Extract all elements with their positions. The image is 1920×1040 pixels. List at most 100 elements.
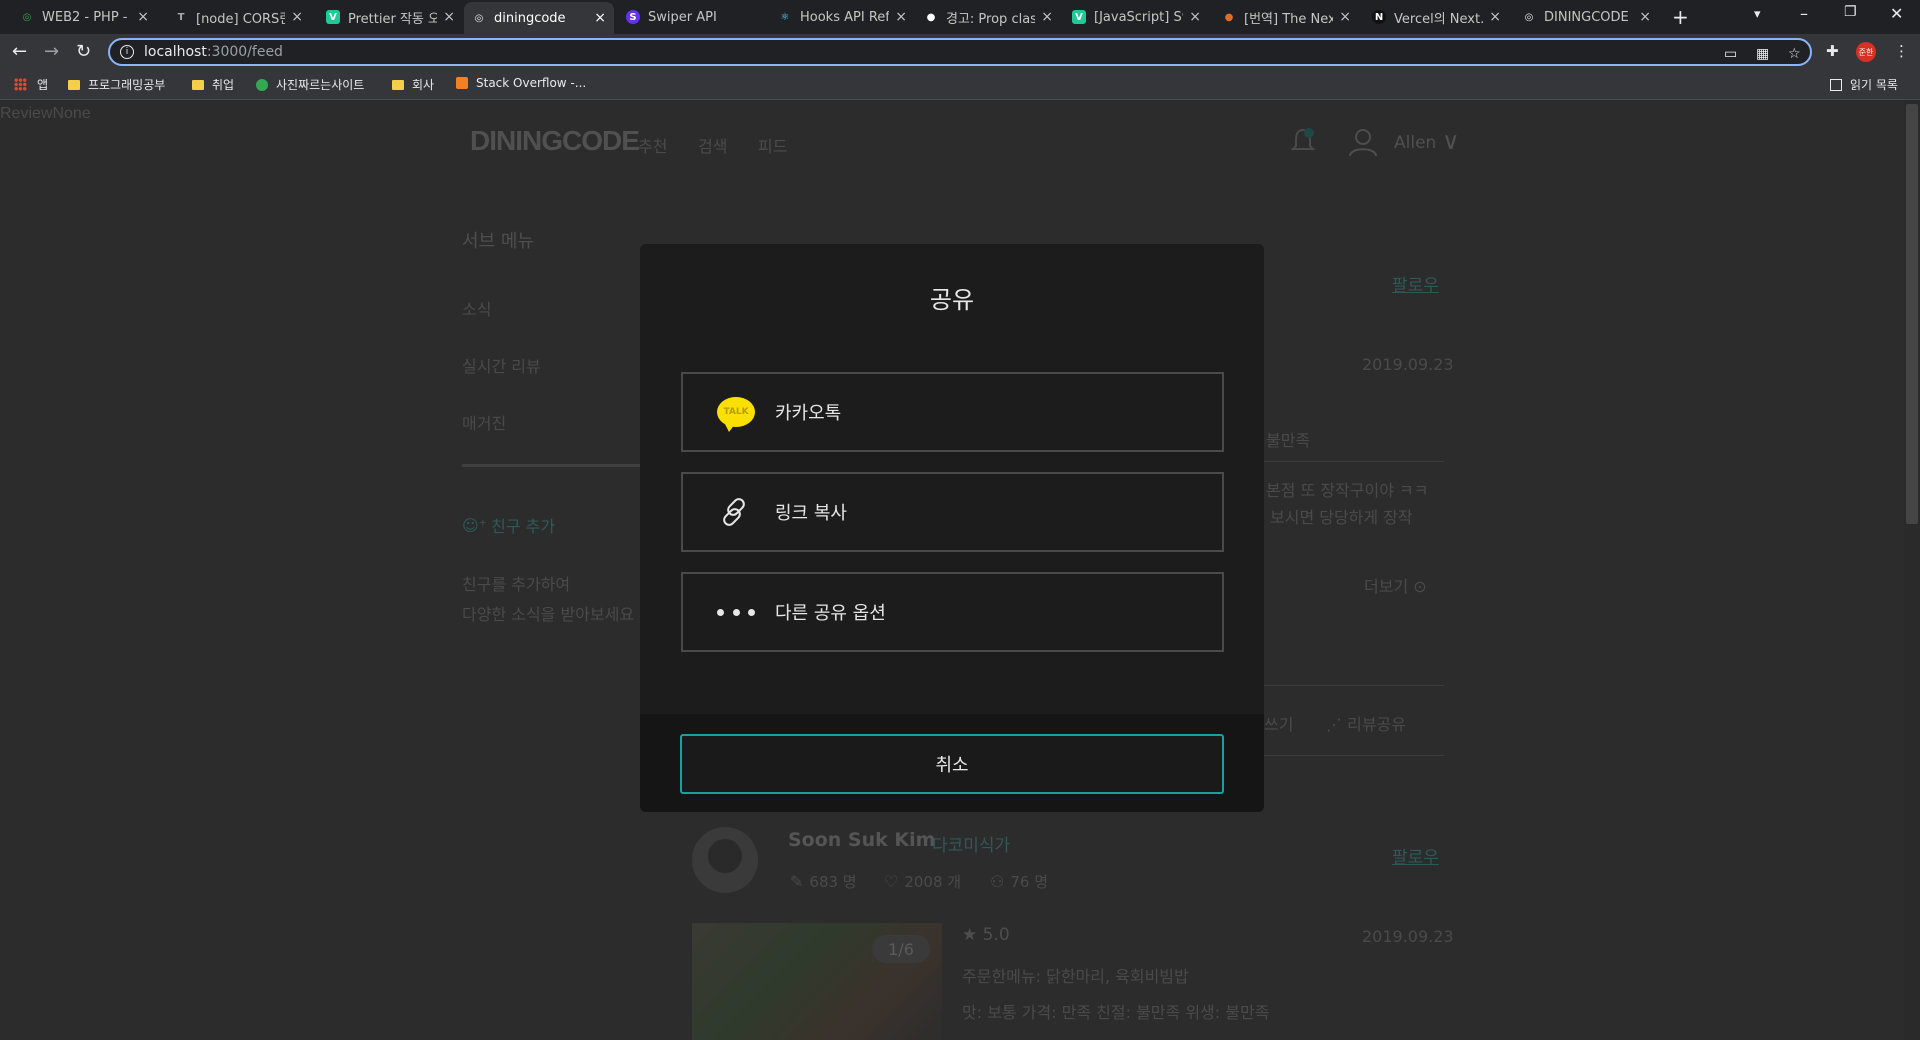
- bookmark-folder[interactable]: 회사: [392, 76, 434, 93]
- site-info-icon[interactable]: i: [120, 45, 134, 59]
- back-button[interactable]: ←: [12, 41, 27, 62]
- bookmark-label: Stack Overflow -...: [476, 76, 587, 90]
- nav-recommend[interactable]: 추천: [638, 133, 667, 157]
- profile-avatar[interactable]: 준한: [1856, 42, 1876, 62]
- tab-close-icon[interactable]: ×: [594, 10, 606, 26]
- new-tab-button[interactable]: +: [1672, 5, 1689, 29]
- tab-search-icon[interactable]: ▾: [1754, 7, 1761, 22]
- stackoverflow-icon: [456, 77, 468, 89]
- tab-title: [번역] The Next: [1244, 11, 1334, 27]
- browser-tab[interactable]: ◎ DININGCODE A ×: [1514, 2, 1659, 32]
- browser-tab[interactable]: V [JavaScript] Swi ×: [1064, 2, 1209, 32]
- browser-tab[interactable]: T [node] CORS란? ×: [166, 2, 311, 32]
- bell-icon[interactable]: [1290, 127, 1316, 155]
- follow-button[interactable]: 팔로우: [1392, 843, 1439, 868]
- copy-link-button[interactable]: 링크 복사: [681, 472, 1224, 552]
- more-link[interactable]: 더보기 ⊙: [1364, 573, 1427, 597]
- reviewer-name[interactable]: Soon Suk Kim: [788, 829, 935, 851]
- rating-value: 5.0: [982, 925, 1010, 945]
- browser-tab[interactable]: S Swiper API: [618, 2, 763, 32]
- share-kakaotalk-button[interactable]: TALK 카카오톡: [681, 372, 1224, 452]
- nav-feed[interactable]: 피드: [758, 133, 787, 157]
- bookmark-folder[interactable]: 취업: [192, 76, 234, 93]
- bookmark-label: 앱: [37, 78, 49, 92]
- ordered-menu-value: 닭한마리, 육회비빔밥: [1046, 967, 1189, 986]
- add-friend-link[interactable]: ☺⁺ 친구 추가: [462, 513, 555, 537]
- review-text-line: 본점 또 장작구이야 ㅋㅋ: [1266, 481, 1429, 500]
- tab-title: [node] CORS란?: [196, 11, 285, 27]
- user-icon[interactable]: [1348, 127, 1378, 157]
- browser-tab-active[interactable]: ◎ diningcode ×: [464, 2, 614, 34]
- user-name[interactable]: Allen: [1394, 133, 1436, 153]
- scrollbar-thumb[interactable]: [1906, 104, 1918, 524]
- bookmark-star-icon[interactable]: ☆: [1788, 46, 1801, 62]
- minimize-button[interactable]: –: [1800, 4, 1808, 23]
- tab-close-icon[interactable]: ×: [291, 9, 303, 25]
- nav-search[interactable]: 검색: [698, 133, 727, 157]
- avatar[interactable]: [692, 827, 758, 893]
- submenu-item-live-review[interactable]: 실시간 리뷰: [462, 353, 541, 377]
- tab-favicon-icon: S: [626, 10, 640, 24]
- rating: ★ 5.0: [962, 925, 1010, 945]
- bookmark-apps[interactable]: 앱: [14, 76, 48, 93]
- url-path: :3000/feed: [206, 44, 283, 60]
- forward-button[interactable]: →: [44, 41, 59, 62]
- close-window-button[interactable]: ✕: [1890, 4, 1903, 23]
- tab-favicon-icon: ◎: [22, 11, 32, 23]
- tab-bar: ◎ WEB2 - PHP - S × T [node] CORS란? × V P…: [0, 0, 1920, 34]
- browser-tab[interactable]: V Prettier 작동 오 ×: [318, 2, 463, 32]
- tab-close-icon[interactable]: ×: [1489, 9, 1501, 25]
- tab-close-icon[interactable]: ×: [443, 9, 455, 25]
- site-logo[interactable]: DININGCODE: [470, 125, 640, 157]
- bookmarks-bar: 앱 프로그래밍공부 취업 사진짜르는사이트 회사 Stack Overflow …: [0, 70, 1920, 100]
- bookmark-site[interactable]: 사진짜르는사이트: [256, 76, 364, 93]
- tab-favicon-icon: ⚛: [780, 11, 790, 23]
- menu-icon[interactable]: ⋮: [1894, 42, 1909, 60]
- restore-button[interactable]: ❐: [1844, 4, 1857, 20]
- tab-title: diningcode: [494, 10, 566, 26]
- browser-tab[interactable]: ● 경고: Prop class ×: [916, 2, 1061, 32]
- tab-close-icon[interactable]: ×: [1639, 9, 1651, 25]
- reviewer-badge: 다코미식가: [932, 836, 1011, 856]
- browser-tab[interactable]: N Vercel의 Next.js ×: [1364, 2, 1509, 32]
- bookmark-site[interactable]: Stack Overflow -...: [456, 76, 586, 90]
- chevron-down-icon[interactable]: ∨: [1442, 127, 1460, 155]
- tab-close-icon[interactable]: ×: [137, 9, 149, 25]
- tab-close-icon[interactable]: ×: [1041, 9, 1053, 25]
- address-bar[interactable]: i localhost:3000/feed ▭ ▦ ☆: [108, 38, 1812, 66]
- person-icon: ⚇: [990, 872, 1005, 891]
- extensions-icon[interactable]: ✚: [1826, 42, 1839, 60]
- follow-button[interactable]: 팔로우: [1392, 271, 1439, 296]
- submenu-item-magazine[interactable]: 매거진: [462, 410, 506, 434]
- share-review-button[interactable]: ⋰ 리뷰공유: [1326, 711, 1406, 735]
- folder-icon: [392, 79, 404, 90]
- apps-icon: [14, 78, 27, 91]
- reload-button[interactable]: ↻: [76, 41, 91, 62]
- browser-tab[interactable]: ◎ WEB2 - PHP - S ×: [12, 2, 157, 32]
- chevron-right-circle-icon: ⊙: [1413, 577, 1427, 596]
- review-text-line: 보시면 당당하게 장작: [1270, 508, 1413, 527]
- cancel-button[interactable]: 취소: [680, 734, 1224, 794]
- submenu-item-news[interactable]: 소식: [462, 296, 491, 320]
- stat-likes-value: 2008 개: [904, 873, 962, 891]
- tab-close-icon[interactable]: ×: [895, 9, 907, 25]
- tab-title: Hooks API Refe: [800, 9, 890, 25]
- tab-favicon-icon: T: [177, 11, 185, 23]
- tab-close-icon[interactable]: ×: [1339, 9, 1351, 25]
- write-button-partial[interactable]: 쓰기: [1264, 711, 1293, 735]
- tab-title: DININGCODE A: [1544, 9, 1634, 25]
- ordered-menu: 주문한메뉴: 닭한마리, 육회비빔밥: [962, 963, 1189, 987]
- browser-tab[interactable]: ⚛ Hooks API Refe ×: [770, 2, 915, 32]
- reading-list[interactable]: 읽기 목록: [1830, 76, 1898, 93]
- tab-title: 경고: Prop class: [946, 11, 1036, 27]
- pencil-icon: ✎: [790, 872, 804, 891]
- folder-icon: [68, 79, 80, 90]
- more-share-options-button[interactable]: 다른 공유 옵션: [681, 572, 1224, 652]
- tab-close-icon[interactable]: ×: [1189, 9, 1201, 25]
- cast-icon[interactable]: ▭: [1724, 46, 1737, 62]
- tab-favicon-icon: N: [1372, 10, 1386, 24]
- qr-code-icon[interactable]: ▦: [1756, 46, 1769, 62]
- more-icon: [717, 608, 755, 616]
- browser-tab[interactable]: ● [번역] The Next ×: [1214, 2, 1359, 32]
- bookmark-folder[interactable]: 프로그래밍공부: [68, 76, 165, 93]
